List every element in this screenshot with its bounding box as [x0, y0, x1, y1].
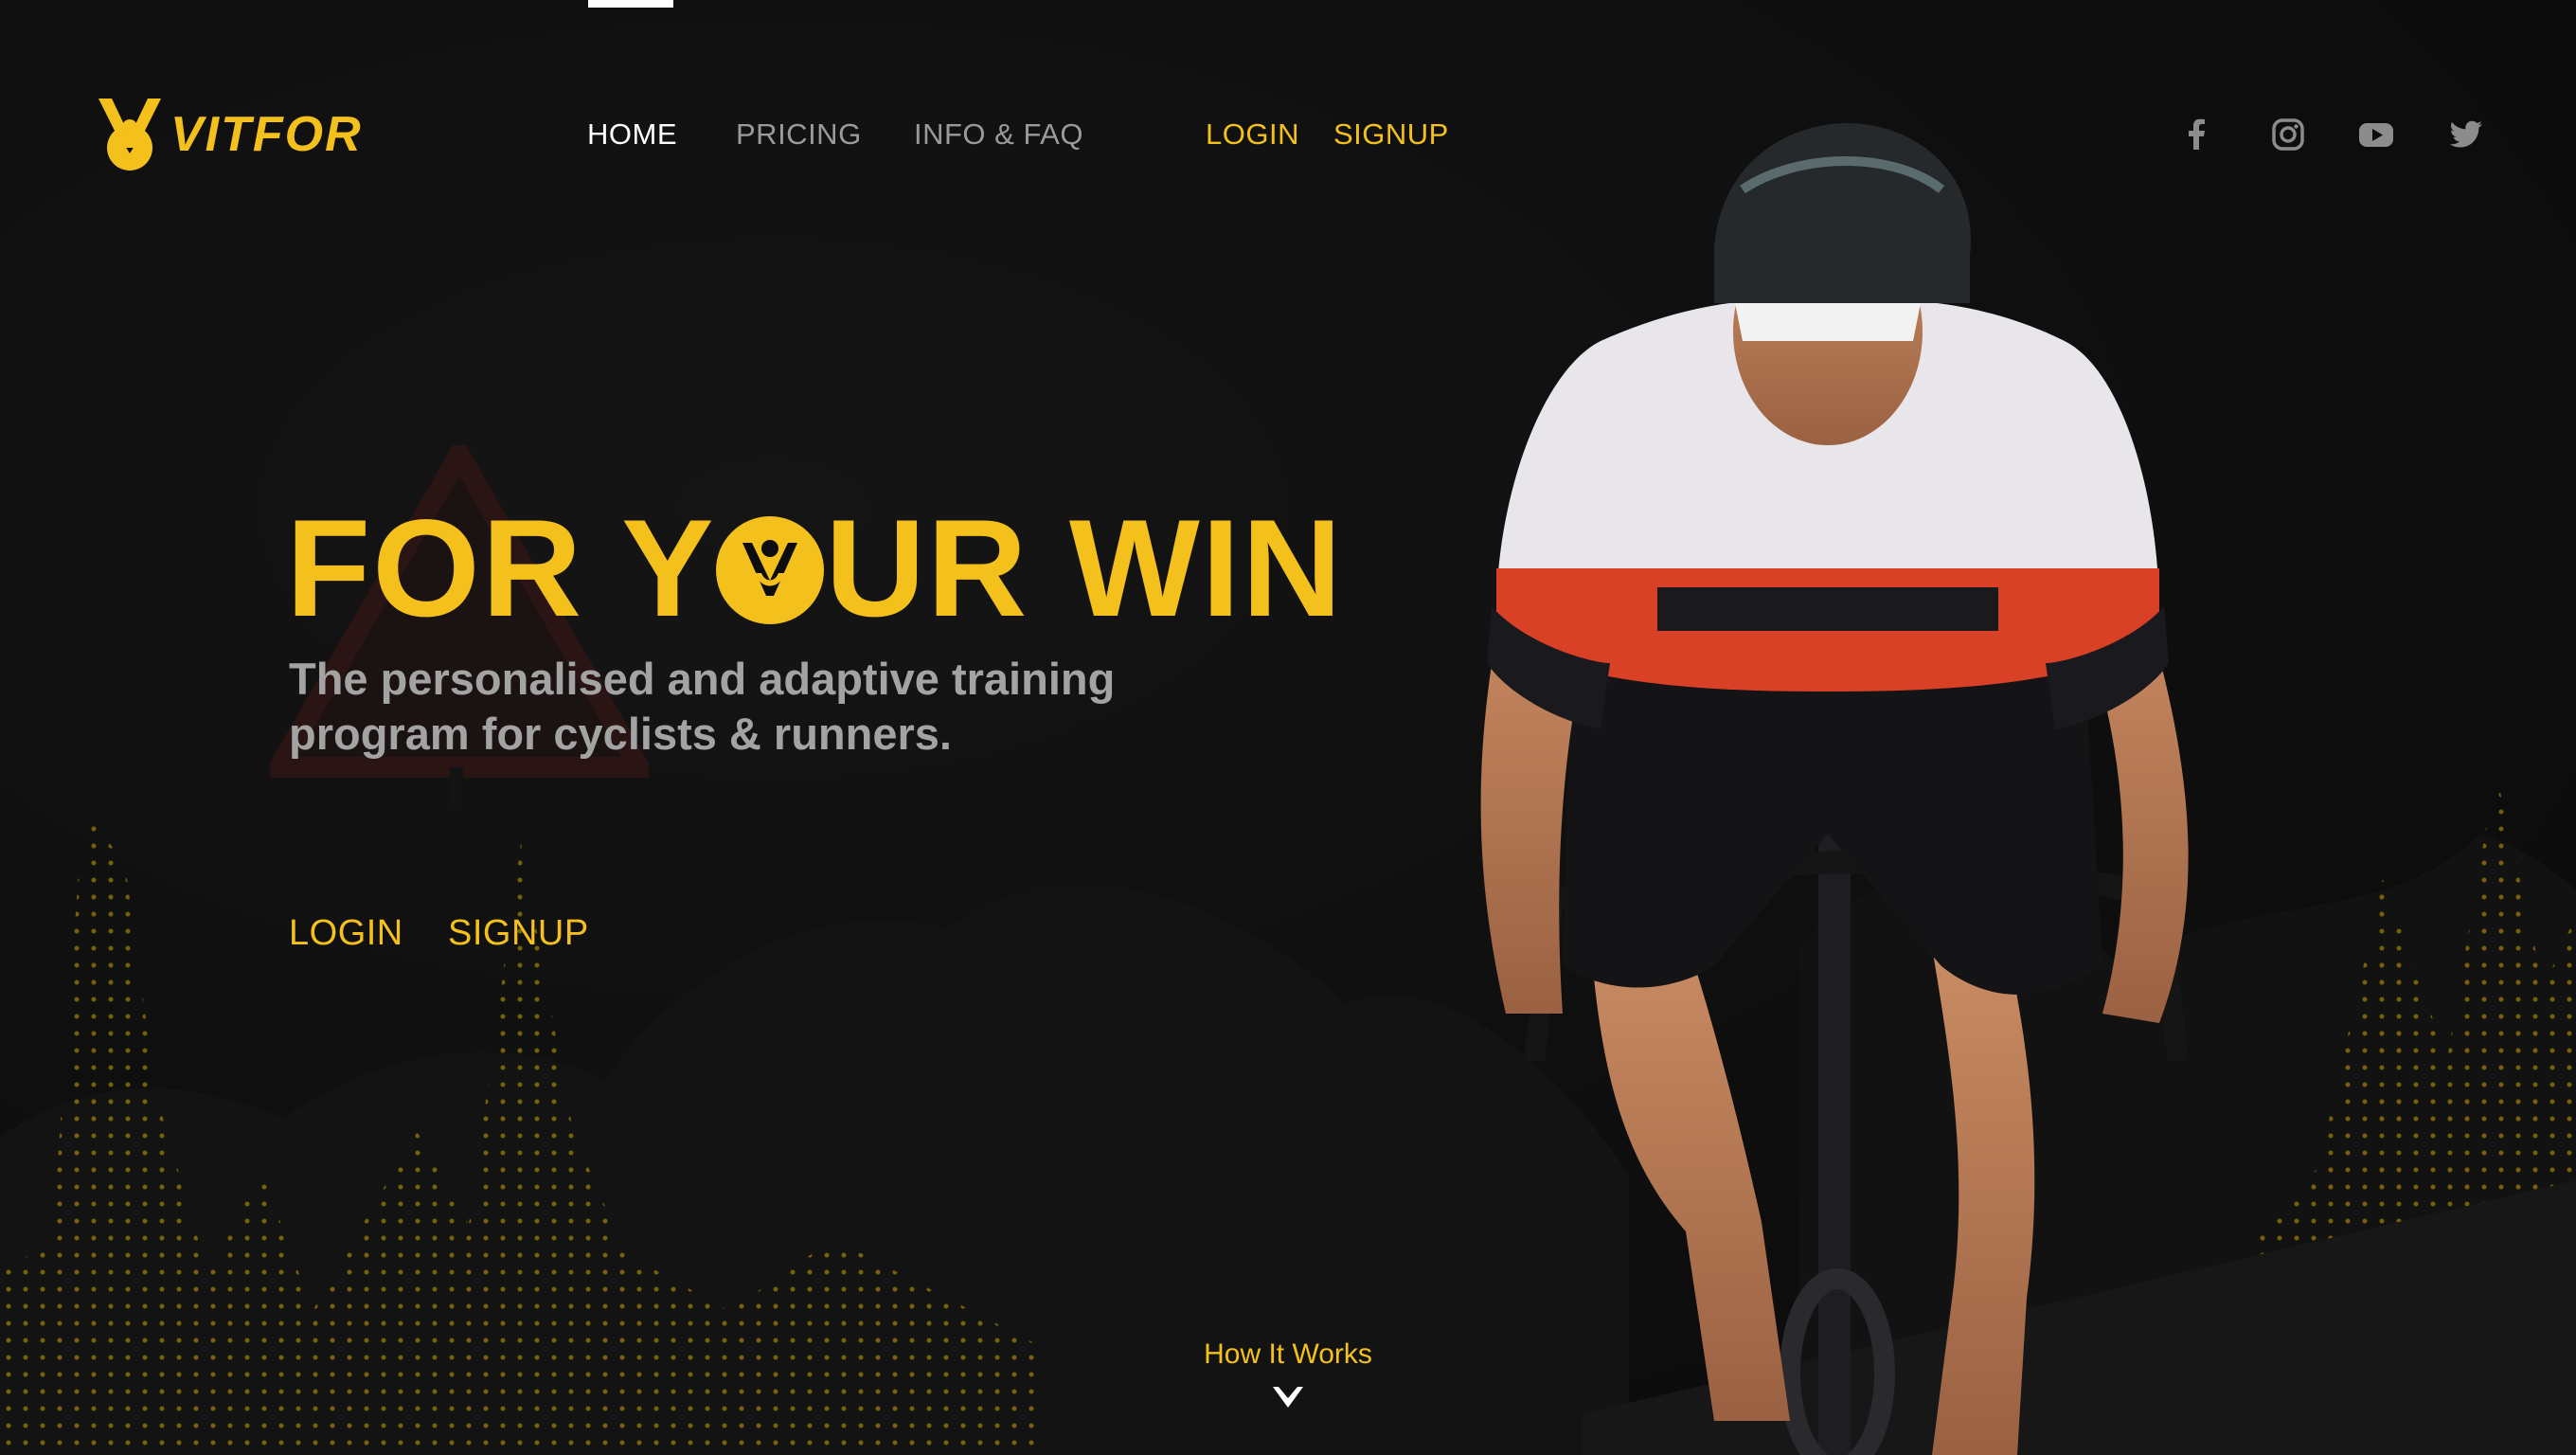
hero-login-link[interactable]: LOGIN: [289, 909, 403, 957]
how-it-works-link[interactable]: How It Works: [1099, 1336, 1477, 1411]
active-nav-indicator: [588, 0, 673, 8]
hero-subtitle: The personalised and adaptive training p…: [289, 652, 1141, 762]
nav-item-info-faq[interactable]: INFO & FAQ: [914, 114, 1083, 155]
brand-logo[interactable]: VITFOR: [98, 99, 363, 171]
landing-page: VITFOR HOME PRICING INFO & FAQ LOGIN SIG…: [0, 0, 2576, 1455]
facebook-icon: [2189, 118, 2205, 150]
vitfor-o-logo-icon: [715, 516, 824, 624]
youtube-icon: [2359, 123, 2393, 147]
how-it-works-label: How It Works: [1204, 1338, 1372, 1370]
facebook-link[interactable]: [2178, 116, 2216, 158]
nav-item-home[interactable]: HOME: [587, 114, 677, 155]
hero-title: FOR Y UR WIN: [286, 493, 1344, 644]
hero-title-part1: FOR Y: [286, 491, 716, 645]
brand-name: VITFOR: [170, 107, 363, 162]
vitfor-runner-logo-icon: [98, 99, 161, 171]
hero-subtitle-line1: The personalised and adaptive training: [289, 654, 1116, 704]
twitter-link[interactable]: [2447, 116, 2485, 158]
youtube-link[interactable]: [2357, 116, 2395, 158]
hero-title-part2: UR WIN: [825, 491, 1344, 645]
chevron-down-icon: [1273, 1387, 1303, 1408]
nav-signup-link[interactable]: SIGNUP: [1333, 114, 1449, 155]
nav-login-link[interactable]: LOGIN: [1206, 114, 1299, 155]
hero-subtitle-line2: program for cyclists & runners.: [289, 709, 952, 759]
cyclist-hero-image: [1480, 123, 2189, 1455]
instagram-link[interactable]: [2269, 116, 2307, 158]
nav-item-pricing[interactable]: PRICING: [736, 114, 862, 155]
hero-signup-link[interactable]: SIGNUP: [448, 909, 589, 957]
instagram-icon: [2272, 118, 2304, 151]
twitter-icon: [2449, 120, 2482, 148]
